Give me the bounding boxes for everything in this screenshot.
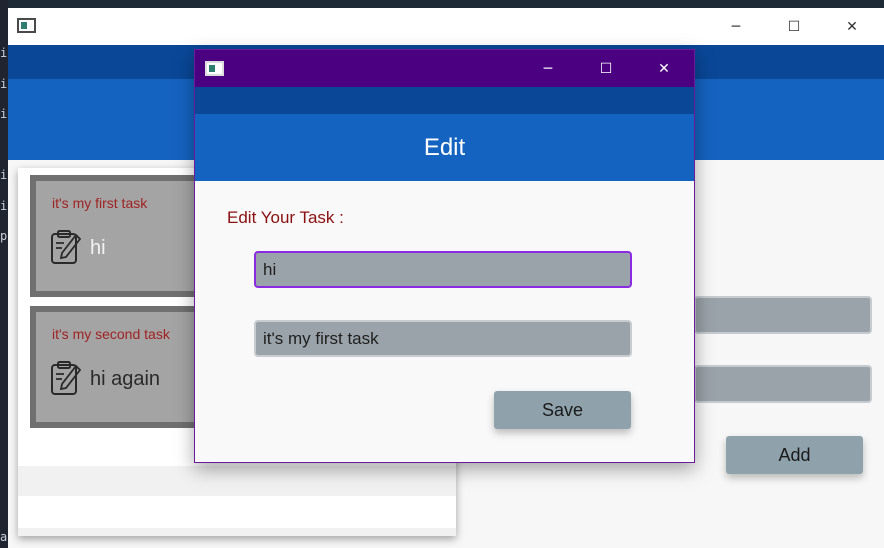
task-title: hi [90,237,106,259]
close-button[interactable]: ✕ [824,8,880,45]
task-description: it's my first task [52,195,148,211]
terminal-glyph: a [0,530,8,544]
terminal-glyph: p [0,229,8,243]
main-titlebar[interactable]: ─ ☐ ✕ [8,8,884,45]
minimize-button[interactable]: ─ [708,8,764,45]
dialog-titlebar[interactable]: ─ ☐ ✕ [195,50,694,87]
title-field[interactable] [694,296,872,334]
clipboard-edit-icon[interactable] [50,360,82,396]
edit-dialog: ─ ☐ ✕ Edit Edit Your Task : Save [194,49,695,463]
terminal-glyph: i [0,199,8,213]
maximize-button[interactable]: ☐ [766,8,822,45]
save-button[interactable]: Save [494,391,631,429]
terminal-glyph: i [0,46,8,60]
terminal-glyph: i [0,168,8,182]
add-button[interactable]: Add [726,436,863,474]
dialog-title: Edit [195,114,694,181]
terminal-strip: i i i i i p a [0,0,8,548]
list-row-divider [18,528,456,536]
app-window-icon [205,61,224,76]
edit-prompt-label: Edit Your Task : [227,208,344,227]
terminal-glyph: i [0,77,8,91]
task-description-input[interactable] [254,320,632,357]
task-title-input[interactable] [254,251,632,288]
terminal-glyph: i [0,107,8,121]
app-window-icon [17,18,36,33]
description-field[interactable] [694,365,872,403]
clipboard-edit-icon[interactable] [50,229,82,265]
task-description: it's my second task [52,326,170,342]
dialog-maximize-button[interactable]: ☐ [578,50,634,87]
dialog-minimize-button[interactable]: ─ [520,50,576,87]
task-title: hi again [90,368,161,390]
dialog-close-button[interactable]: ✕ [636,50,692,87]
dialog-navbar [195,87,694,114]
list-row-divider [18,466,456,496]
